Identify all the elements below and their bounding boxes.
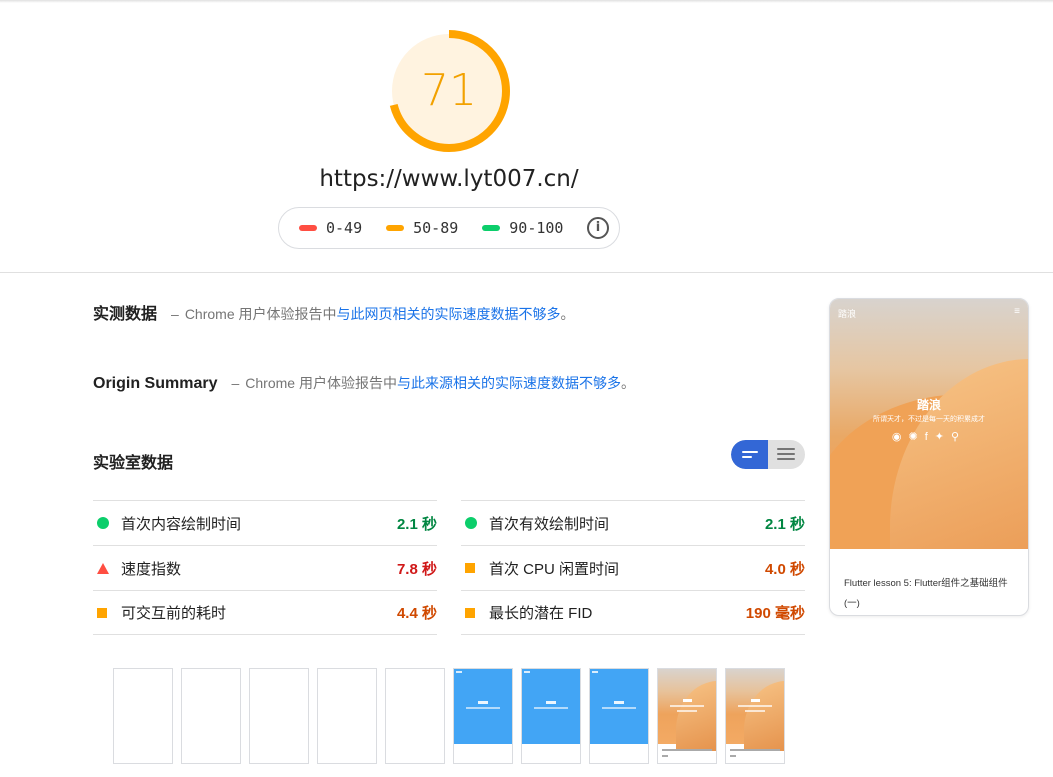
site-name: 踏浪 xyxy=(916,398,941,412)
metric-max-potential-fid: 最长的潜在 FID 190 毫秒 xyxy=(461,590,805,635)
filmstrip-frame xyxy=(589,668,649,764)
metrics-column-right: 首次有效绘制时间 2.1 秒 首次 CPU 闲置时间 4.0 秒 最长的潜在 F… xyxy=(461,500,805,635)
field-data-title: 实测数据 xyxy=(93,306,158,323)
top-shadow xyxy=(0,0,1053,3)
filmstrip-frame xyxy=(249,668,309,764)
metric-value: 4.4 秒 xyxy=(396,605,437,622)
metric-speed-index: 速度指数 7.8 秒 xyxy=(93,545,437,590)
legend-label: 90-100 xyxy=(509,219,564,237)
average-indicator-icon xyxy=(461,607,489,618)
metric-first-cpu-idle: 首次 CPU 闲置时间 4.0 秒 xyxy=(461,545,805,590)
legend-red-bar xyxy=(299,225,317,231)
desert-dune xyxy=(890,359,1028,549)
legend-item-fail: 0-49 xyxy=(299,219,362,237)
legend-label: 50-89 xyxy=(413,219,459,237)
legend-item-average: 50-89 xyxy=(386,219,458,237)
social-icons: ◉✺f✦⚲ xyxy=(891,431,967,443)
origin-summary-header: Origin Summary – Chrome 用户体验报告中 与此来源相关的实… xyxy=(93,373,635,393)
metric-value: 7.8 秒 xyxy=(396,560,437,578)
average-indicator-icon xyxy=(93,607,121,618)
toggle-line xyxy=(777,458,795,460)
filmstrip-frame xyxy=(521,668,581,764)
menu-icon: ≡ xyxy=(1014,306,1020,317)
metric-label: 可交互前的耗时 xyxy=(121,605,227,622)
filmstrip-frame xyxy=(113,668,173,764)
dash: – xyxy=(231,375,240,391)
field-data-link[interactable]: 与此网页相关的实际速度数据不够多 xyxy=(337,304,561,324)
metric-label: 首次内容绘制时间 xyxy=(121,515,242,533)
metric-label: 最长的潜在 FID xyxy=(489,605,593,622)
legend-label: 0-49 xyxy=(326,219,363,237)
info-icon[interactable]: i xyxy=(587,217,609,239)
legend-item-pass: 90-100 xyxy=(482,219,563,237)
metric-label: 速度指数 xyxy=(121,560,182,578)
pass-indicator-icon xyxy=(461,517,489,529)
toggle-line xyxy=(777,448,795,450)
metric-value: 2.1 秒 xyxy=(764,515,805,533)
metric-first-meaningful-paint: 首次有效绘制时间 2.1 秒 xyxy=(461,500,805,545)
field-data-suffix: 。 xyxy=(560,306,575,322)
performance-score-gauge: 71 xyxy=(386,28,512,154)
fail-indicator-icon xyxy=(93,562,121,574)
dash: – xyxy=(171,306,179,322)
metric-view-toggle[interactable] xyxy=(731,440,805,469)
pass-indicator-icon xyxy=(93,517,121,529)
origin-summary-prefix: Chrome 用户体验报告中 xyxy=(245,375,397,391)
filmstrip-frame xyxy=(657,668,717,764)
post-title: Flutter lesson 5: Flutter组件之基础组件(一) xyxy=(844,578,1008,609)
metric-value: 4.0 秒 xyxy=(764,560,805,578)
origin-summary-suffix: 。 xyxy=(620,375,635,391)
field-data-header: 实测数据 – Chrome 用户体验报告中 与此网页相关的实际速度数据不够多 。 xyxy=(93,300,575,324)
score-value: 71 xyxy=(421,65,477,116)
filmstrip-frame xyxy=(725,668,785,764)
metric-label: 首次 CPU 闲置时间 xyxy=(489,560,620,578)
screenshot-hero: 踏浪 ≡ 踏浪 所谓天才，不过是每一天的积累成才 ◉✺f✦⚲ xyxy=(830,299,1028,549)
metric-value: 2.1 秒 xyxy=(396,515,437,533)
metric-label: 首次有效绘制时间 xyxy=(489,515,610,533)
section-divider xyxy=(0,272,1053,273)
metric-time-to-interactive: 可交互前的耗时 4.4 秒 xyxy=(93,590,437,635)
toggle-line xyxy=(742,451,758,453)
audited-url: https://www.lyt007.cn/ xyxy=(319,166,579,192)
site-tagline: 所谓天才，不过是每一天的积累成才 xyxy=(873,416,985,423)
metrics-column-left: 首次内容绘制时间 2.1 秒 速度指数 7.8 秒 可交互前的耗时 4.4 秒 xyxy=(93,500,437,635)
origin-summary-link[interactable]: 与此来源相关的实际速度数据不够多 xyxy=(397,373,621,393)
filmstrip-frame xyxy=(181,668,241,764)
metric-first-contentful-paint: 首次内容绘制时间 2.1 秒 xyxy=(93,500,437,545)
average-indicator-icon xyxy=(461,563,489,573)
toggle-line xyxy=(742,456,752,458)
filmstrip-frame xyxy=(385,668,445,764)
compact-view-button[interactable] xyxy=(731,440,768,469)
toggle-line xyxy=(777,453,795,455)
filmstrip-frame xyxy=(317,668,377,764)
filmstrip-frame xyxy=(453,668,513,764)
field-data-prefix: Chrome 用户体验报告中 xyxy=(184,306,337,322)
final-screenshot: 踏浪 ≡ 踏浪 所谓天才，不过是每一天的积累成才 ◉✺f✦⚲ Flutter l… xyxy=(829,298,1029,616)
expanded-view-button[interactable] xyxy=(768,440,805,469)
lab-data-title: 实验室数据 xyxy=(93,455,174,472)
score-legend: 0-49 50-89 90-100 i xyxy=(278,207,620,249)
legend-green-bar xyxy=(482,225,501,231)
origin-summary-title: Origin Summary xyxy=(93,375,218,392)
metric-value: 190 毫秒 xyxy=(745,605,805,622)
site-logo: 踏浪 xyxy=(838,309,857,319)
legend-orange-bar xyxy=(386,225,405,231)
